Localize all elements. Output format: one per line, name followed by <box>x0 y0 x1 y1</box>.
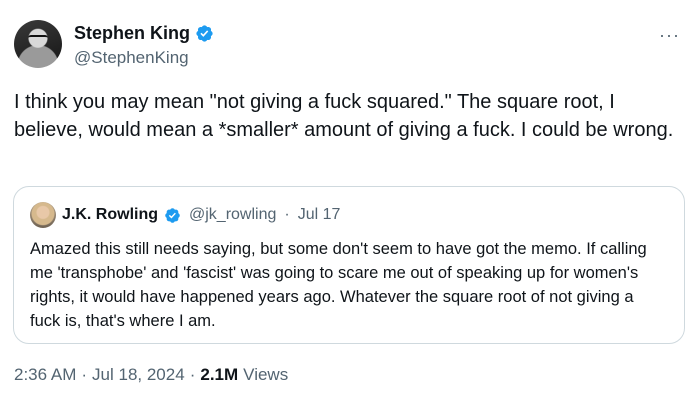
views-label: Views <box>243 365 289 384</box>
quote-header: J.K. Rowling @jk_rowling · Jul 17 <box>30 202 668 228</box>
tweet-footer: 2:36 AM · Jul 18, 2024 · 2.1M Views <box>14 365 288 385</box>
quote-verified-badge-icon <box>165 207 180 223</box>
more-horizontal-icon[interactable]: ··· <box>659 26 680 44</box>
tweet-header: Stephen King @StephenKing ··· <box>14 14 686 72</box>
footer-separator-2: · <box>189 365 196 384</box>
author-display-name[interactable]: Stephen King <box>74 23 190 44</box>
quoted-tweet[interactable]: J.K. Rowling @jk_rowling · Jul 17 Amazed… <box>13 186 685 344</box>
quote-text: Amazed this still needs saying, but some… <box>30 240 647 330</box>
quote-author-display-name[interactable]: J.K. Rowling <box>62 206 158 224</box>
footer-separator-1: · <box>81 365 88 384</box>
verified-badge-icon <box>196 25 213 42</box>
author-handle[interactable]: @StephenKing <box>74 48 214 68</box>
avatar-glasses <box>28 35 48 41</box>
author-info: Stephen King @StephenKing <box>74 23 214 68</box>
quote-date[interactable]: Jul 17 <box>298 206 341 224</box>
tweet-time[interactable]: 2:36 AM <box>14 365 76 385</box>
quote-author-avatar[interactable] <box>30 202 56 228</box>
author-name-row: Stephen King <box>74 23 214 44</box>
quote-separator: · <box>284 206 290 223</box>
author-avatar[interactable] <box>14 20 62 68</box>
views-count: 2.1M <box>200 365 239 384</box>
tweet-date[interactable]: Jul 18, 2024 <box>92 365 185 385</box>
tweet-text: I think you may mean "not giving a fuck … <box>14 91 674 141</box>
quote-author-handle[interactable]: @jk_rowling <box>189 206 276 224</box>
